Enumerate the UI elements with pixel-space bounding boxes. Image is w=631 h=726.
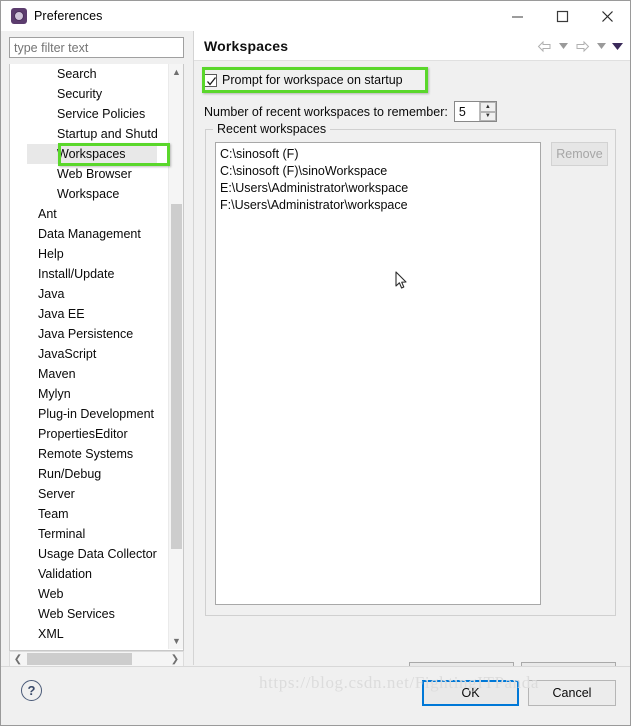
sidebar-item-java[interactable]: Java	[10, 284, 168, 304]
filter-input[interactable]	[9, 37, 184, 58]
sidebar-item-maven[interactable]: Maven	[10, 364, 168, 384]
sidebar-item-xml[interactable]: XML	[10, 624, 168, 644]
arrow-left-icon[interactable]	[535, 37, 553, 55]
sidebar: SearchSecurityService PoliciesStartup an…	[9, 37, 192, 667]
list-item[interactable]: C:\sinosoft (F)	[220, 146, 536, 163]
preferences-dialog: Preferences SearchSecurityService Polici…	[0, 0, 631, 726]
sidebar-item-run-debug[interactable]: Run/Debug	[10, 464, 168, 484]
sidebar-item-service-policies[interactable]: Service Policies	[10, 104, 168, 124]
sidebar-item-javascript[interactable]: JavaScript	[10, 344, 168, 364]
remove-button[interactable]: Remove	[551, 142, 608, 166]
sidebar-item-data-management[interactable]: Data Management	[10, 224, 168, 244]
sidebar-item-web[interactable]: Web	[10, 584, 168, 604]
spinner-down-icon[interactable]: ▼	[479, 111, 496, 121]
stepper-buttons: ▲ ▼	[478, 102, 496, 121]
sidebar-item-help[interactable]: Help	[10, 244, 168, 264]
spinner-up-icon[interactable]: ▲	[479, 102, 496, 112]
preference-page: Workspaces Prompt for workspace on start…	[193, 31, 630, 687]
chevron-right-icon[interactable]: ❯	[167, 652, 183, 666]
caret-down-icon[interactable]	[557, 37, 569, 55]
chevron-left-icon[interactable]: ❮	[10, 652, 26, 666]
minimize-icon[interactable]	[495, 1, 540, 31]
recent-count-row: Number of recent workspaces to remember:…	[204, 101, 497, 122]
sidebar-item-propertieseditor[interactable]: PropertiesEditor	[10, 424, 168, 444]
watermark: https://blog.csdn.net/FightingITPanda	[259, 673, 540, 692]
question-mark-icon[interactable]: ?	[21, 680, 42, 701]
list-item[interactable]: F:\Users\Administrator\workspace	[220, 197, 536, 214]
sidebar-item-workspaces[interactable]: Workspaces	[27, 144, 157, 164]
chevron-up-icon[interactable]: ▲	[169, 64, 184, 80]
sidebar-item-team[interactable]: Team	[10, 504, 168, 524]
tree-vertical-scroll-thumb[interactable]	[171, 204, 182, 549]
mouse-cursor	[395, 271, 408, 295]
recent-workspaces-list[interactable]: C:\sinosoft (F) C:\sinosoft (F)\sinoWorks…	[215, 142, 541, 605]
prompt-workspace-checkbox-row[interactable]: Prompt for workspace on startup	[204, 73, 403, 87]
arrow-right-icon[interactable]	[573, 37, 591, 55]
sidebar-item-remote-systems[interactable]: Remote Systems	[10, 444, 168, 464]
page-title: Workspaces	[204, 37, 289, 54]
checkmark-icon	[207, 76, 217, 86]
recent-count-value[interactable]: 5	[454, 102, 479, 121]
list-item[interactable]: E:\Users\Administrator\workspace	[220, 180, 536, 197]
window-controls	[495, 1, 630, 31]
sidebar-item-server[interactable]: Server	[10, 484, 168, 504]
preferences-tree[interactable]: Search Security Service Policies Startup an…	[10, 64, 168, 649]
prompt-workspace-label: Prompt for workspace on startup	[222, 73, 403, 87]
cancel-button[interactable]: Cancel	[528, 680, 616, 706]
recent-workspaces-group: Recent workspaces C:\sinosoft (F) C:\sino…	[205, 122, 616, 616]
maximize-icon[interactable]	[540, 1, 585, 31]
sidebar-item-web-browser[interactable]: Web Browser	[10, 164, 168, 184]
close-icon[interactable]	[585, 1, 630, 31]
recent-workspaces-legend: Recent workspaces	[213, 122, 331, 136]
sidebar-item-install-update[interactable]: Install/Update	[10, 264, 168, 284]
title-bar: Preferences	[1, 1, 630, 31]
sidebar-item-security[interactable]: Security	[10, 84, 168, 104]
tree-vertical-scrollbar[interactable]: ▲ ▼	[168, 64, 183, 649]
sidebar-item-plug-in-development[interactable]: Plug-in Development	[10, 404, 168, 424]
sidebar-item-web-services[interactable]: Web Services	[10, 604, 168, 624]
sidebar-item-java-ee[interactable]: Java EE	[10, 304, 168, 324]
sidebar-item-startup-and-shutd[interactable]: Startup and Shutd	[10, 124, 168, 144]
caret-down-filled-icon[interactable]	[611, 37, 623, 55]
preferences-gear-icon	[11, 8, 27, 24]
preferences-tree-container: Search Security Service Policies Startup an…	[9, 64, 184, 651]
sidebar-item-validation[interactable]: Validation	[10, 564, 168, 584]
prompt-workspace-checkbox[interactable]	[204, 73, 217, 87]
sidebar-item-search[interactable]: Search	[10, 64, 168, 84]
sidebar-item-java-persistence[interactable]: Java Persistence	[10, 324, 168, 344]
recent-count-stepper[interactable]: 5 ▲ ▼	[453, 101, 497, 122]
sidebar-item-usage-data-collector[interactable]: Usage Data Collector	[10, 544, 168, 564]
window-title: Preferences	[34, 9, 103, 23]
sidebar-item-ant[interactable]: Ant	[10, 204, 168, 224]
page-header: Workspaces	[194, 31, 630, 61]
recent-count-label: Number of recent workspaces to remember:	[204, 104, 448, 119]
tree-horizontal-scrollbar[interactable]: ❮ ❯	[9, 651, 184, 667]
sidebar-item-terminal[interactable]: Terminal	[10, 524, 168, 544]
tree-horizontal-scroll-thumb[interactable]	[27, 653, 132, 665]
chevron-down-icon[interactable]: ▼	[169, 633, 184, 649]
page-navigation	[535, 31, 623, 61]
list-item[interactable]: C:\sinosoft (F)\sinoWorkspace	[220, 163, 536, 180]
sidebar-item-mylyn[interactable]: Mylyn	[10, 384, 168, 404]
caret-down-icon-forward[interactable]	[595, 37, 607, 55]
sidebar-item-workspace[interactable]: Workspace	[10, 184, 168, 204]
